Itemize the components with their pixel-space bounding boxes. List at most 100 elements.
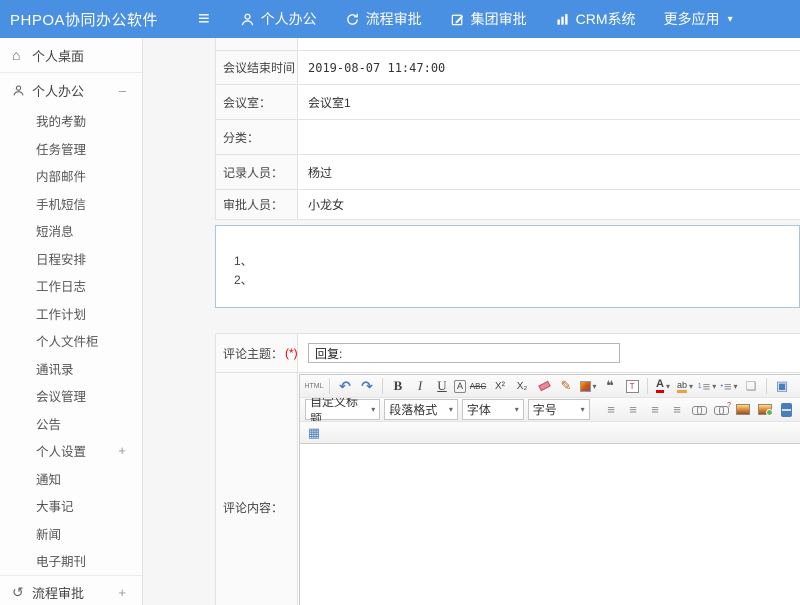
justify-icon[interactable]: ≡ [667,400,687,419]
font-size-select[interactable]: 字号▾ [528,399,590,420]
sidebar-item-personal-settings[interactable]: 个人设置+ [0,437,142,465]
unordered-list-icon[interactable]: •≡▾ [719,377,739,396]
sidebar-item-my-attendance[interactable]: 我的考勤 [0,107,142,135]
field-label: 会议室： [216,85,298,119]
required-mark: (*) [285,346,298,360]
underline-icon[interactable]: U [432,377,452,396]
field-value: 2019-08-07 11:47:00 [298,61,800,75]
bar-chart-icon [555,12,570,27]
field-value: 杨过 [298,164,800,181]
bold-icon[interactable]: B [388,377,408,396]
nav-label: 集团审批 [471,9,527,29]
minutes-line: 1、 [234,252,799,271]
redo-icon[interactable]: ↷ [357,377,377,396]
insert-media-icon[interactable] [777,400,797,419]
preview-icon[interactable]: ▣ [772,377,792,396]
table-row-category: 分类： [216,120,800,155]
superscript-icon[interactable]: X² [490,377,510,396]
font-color-icon[interactable]: A▾ [653,377,673,396]
ordered-list-icon[interactable]: 1≡▾ [697,377,717,396]
sidebar-item-short-message[interactable]: 短消息 [0,217,142,245]
heading-select[interactable]: 自定义标题▾ [305,399,380,420]
sidebar-item-work-plan[interactable]: 工作计划 [0,300,142,328]
table-row-approver: 审批人员： 小龙女 [216,190,800,220]
font-family-select[interactable]: 字体▾ [462,399,524,420]
sidebar-item-meeting-management[interactable]: 会议管理 [0,382,142,410]
link-icon[interactable] [689,400,709,419]
sidebar-item-major-events[interactable]: 大事记 [0,492,142,520]
nav-item-group-approval[interactable]: 集团审批 [450,9,527,29]
app-title: PHPOA协同办公软件 [10,9,198,30]
insert-image-icon[interactable] [733,400,753,419]
edit-icon [450,12,465,27]
nav-item-crm[interactable]: CRM系统 [555,9,636,29]
sidebar-item-process-approval[interactable]: ↺ 流程审批 + [0,576,142,605]
field-label: 分类： [216,120,298,154]
person-icon [240,12,255,27]
sidebar-item-e-journal[interactable]: 电子期刊 [0,547,142,575]
comment-subject-input[interactable] [308,343,620,363]
nav-label: CRM系统 [576,9,636,29]
field-label: 记录人员： [216,155,298,189]
home-icon: ⌂ [12,47,32,63]
blockquote-icon[interactable]: ❝ [600,377,620,396]
nav-item-personal-office[interactable]: 个人办公 [240,9,317,29]
align-right-icon[interactable]: ≡ [645,400,665,419]
sidebar-item-internal-mail[interactable]: 内部邮件 [0,162,142,190]
sidebar: ⌂ 个人桌面 个人办公 – 我的考勤 任务管理 内部邮件 手机短信 短消息 日程… [0,38,143,605]
sidebar-item-work-diary[interactable]: 工作日志 [0,272,142,300]
expand-icon: + [118,443,126,458]
sidebar-item-news[interactable]: 新闻 [0,520,142,548]
text-color-palette-icon[interactable]: ▾ [578,377,598,396]
insert-table-icon[interactable]: ▦ [304,423,324,442]
table-row-clipped [216,38,800,51]
undo-icon[interactable]: ↶ [335,377,355,396]
minutes-line: 2、 [234,271,799,290]
html-source-button[interactable]: HTML [304,377,324,396]
align-left-icon[interactable]: ≡ [601,400,621,419]
top-bar: PHPOA协同办公软件 ≡ 个人办公 流程审批 集团审批 CRM系统 更多应用 … [0,0,800,38]
unlink-icon[interactable]: ? [711,400,731,419]
sidebar-item-personal-desktop[interactable]: ⌂ 个人桌面 [0,38,142,72]
sidebar-item-schedule[interactable]: 日程安排 [0,245,142,273]
meeting-minutes-box[interactable]: 1、 2、 [215,225,800,308]
editor-content-area[interactable] [300,444,800,605]
subscript-icon[interactable]: X₂ [512,377,532,396]
table-row-meeting-room: 会议室： 会议室1 [216,85,800,120]
upload-image-icon[interactable] [755,400,775,419]
table-row-recorder: 记录人员： 杨过 [216,155,800,190]
process-approval-icon [345,12,360,27]
paste-from-word-icon[interactable]: T [622,377,642,396]
sidebar-item-contacts[interactable]: 通讯录 [0,355,142,383]
sidebar-item-mobile-sms[interactable]: 手机短信 [0,190,142,218]
blank-page-icon[interactable]: ❏ [741,377,761,396]
strikethrough-icon[interactable]: ABC [468,377,488,396]
sidebar-item-notification[interactable]: 通知 [0,465,142,493]
align-center-icon[interactable]: ≡ [623,400,643,419]
format-brush-icon[interactable]: ✎ [556,377,576,396]
sidebar-item-personal-files[interactable]: 个人文件柜 [0,327,142,355]
field-value: 小龙女 [298,196,800,213]
person-icon [12,84,32,97]
paragraph-format-select[interactable]: 段落格式▾ [384,399,458,420]
italic-icon[interactable]: I [410,377,430,396]
field-label: 评论主题： (*) [216,334,298,372]
chevron-down-icon: ▾ [728,14,733,25]
font-name-icon[interactable]: A [454,380,466,393]
nav-item-more-apps[interactable]: 更多应用 ▾ [664,9,733,29]
editor-toolbar-row-2: 自定义标题▾ 段落格式▾ 字体▾ 字号▾ ≡ ≡ ≡ ≡ ? [300,398,800,422]
sidebar-item-label: 个人办公 [32,81,84,100]
comment-table: 评论主题： (*) 评论内容： HTML [215,333,800,605]
nav-label: 更多应用 [664,9,720,29]
sidebar-item-task-management[interactable]: 任务管理 [0,135,142,163]
eraser-icon[interactable] [534,377,554,396]
sidebar-item-personal-office[interactable]: 个人办公 – [0,73,142,107]
nav-label: 流程审批 [366,9,422,29]
nav-item-process-approval[interactable]: 流程审批 [345,9,422,29]
menu-icon[interactable]: ≡ [198,9,210,29]
field-label: 会议结束时间： [216,51,298,84]
highlight-color-icon[interactable]: ab▾ [675,377,695,396]
table-row-comment-content: 评论内容： HTML ↶ ↷ B I [216,373,800,605]
top-nav: 个人办公 流程审批 集团审批 CRM系统 更多应用 ▾ [240,9,733,29]
sidebar-item-announcement[interactable]: 公告 [0,410,142,438]
